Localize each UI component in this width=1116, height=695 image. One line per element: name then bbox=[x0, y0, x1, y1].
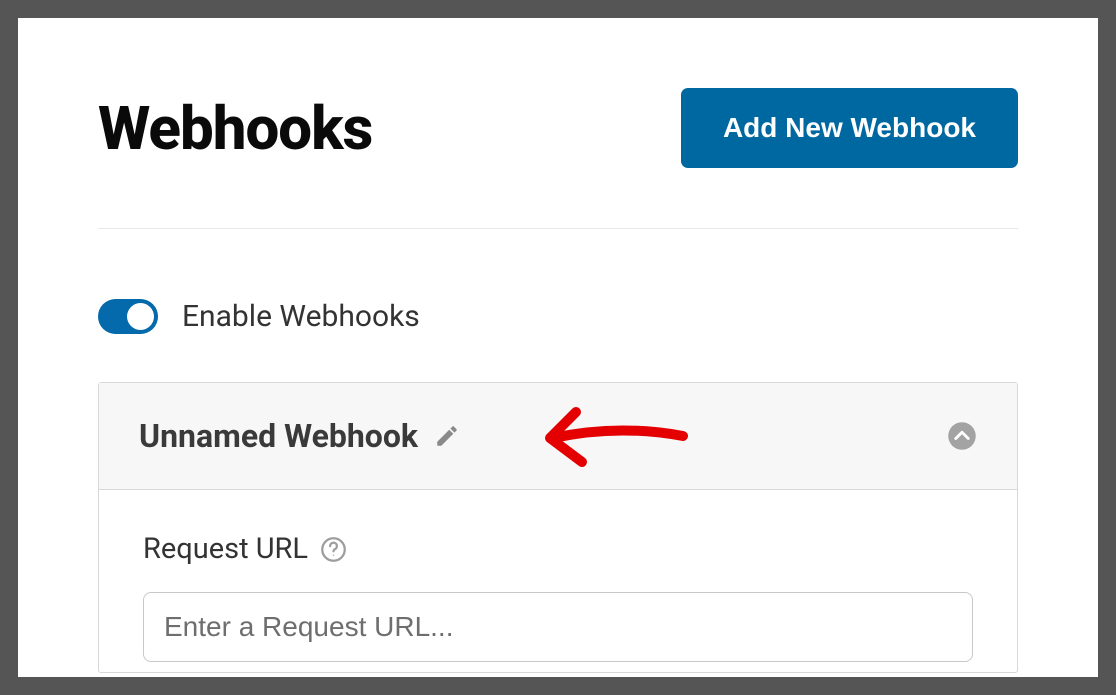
enable-webhooks-toggle[interactable] bbox=[98, 299, 158, 334]
pencil-icon[interactable] bbox=[434, 423, 460, 449]
webhook-panel-title: Unnamed Webhook bbox=[139, 417, 418, 455]
webhook-panel: Unnamed Webhook Request URL bbox=[98, 382, 1018, 673]
header-row: Webhooks Add New Webhook bbox=[98, 88, 1018, 229]
help-icon[interactable] bbox=[320, 536, 347, 563]
request-url-label: Request URL bbox=[143, 532, 308, 566]
add-webhook-button[interactable]: Add New Webhook bbox=[681, 88, 1018, 168]
page-title: Webhooks bbox=[98, 93, 372, 164]
chevron-up-icon[interactable] bbox=[947, 421, 977, 451]
enable-toggle-row: Enable Webhooks bbox=[98, 299, 1018, 334]
enable-webhooks-label: Enable Webhooks bbox=[182, 299, 420, 334]
page-container: Webhooks Add New Webhook Enable Webhooks… bbox=[18, 18, 1098, 677]
toggle-knob bbox=[127, 303, 154, 330]
request-url-input[interactable] bbox=[143, 592, 973, 662]
webhook-panel-header[interactable]: Unnamed Webhook bbox=[99, 383, 1017, 490]
webhook-panel-body: Request URL bbox=[99, 490, 1017, 672]
request-url-label-row: Request URL bbox=[143, 532, 973, 566]
